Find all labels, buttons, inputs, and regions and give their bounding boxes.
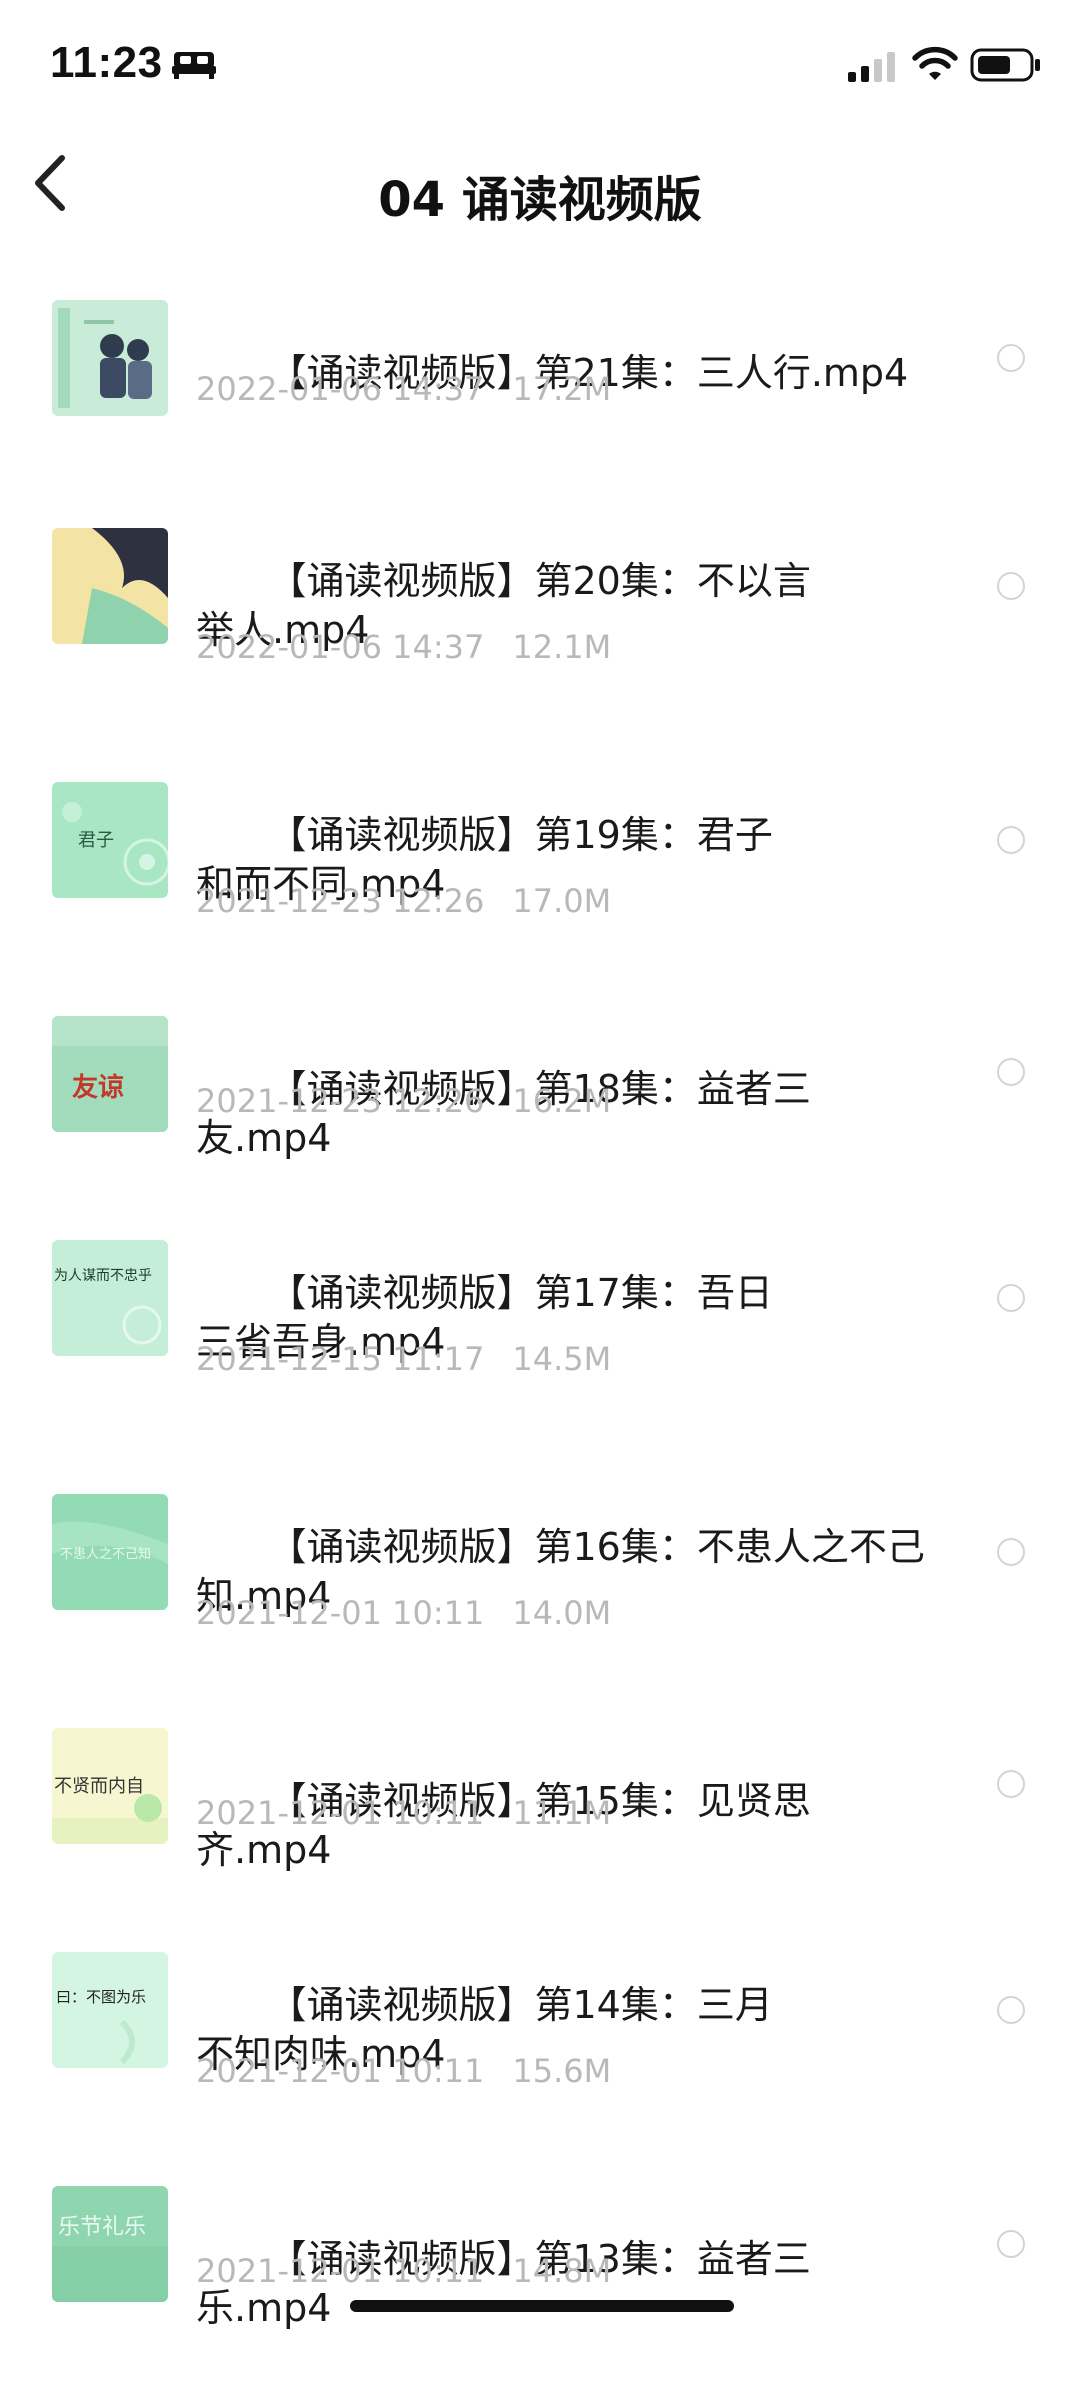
file-meta: 2021-12-01 10:11 14.8M xyxy=(196,2252,611,2290)
file-size: 11.1M xyxy=(512,1794,612,1832)
file-size: 14.0M xyxy=(512,1594,612,1632)
thumbnail-text: 乐节礼乐 xyxy=(58,2215,146,2240)
video-thumbnail: 曰：不图为乐 xyxy=(52,1952,168,2068)
file-meta: 2021-12-01 10:11 11.1M xyxy=(196,1794,611,1832)
page-title: 04 诵读视频版 xyxy=(378,172,702,228)
file-size: 17.0M xyxy=(512,882,612,920)
video-thumbnail: 为人谋而不忠乎 xyxy=(52,1240,168,1356)
thumbnail-text: 不患人之不己知 xyxy=(60,1546,151,1562)
file-meta: 2021-12-01 10:11 15.6M xyxy=(196,2052,611,2090)
select-radio[interactable] xyxy=(997,1996,1025,2024)
file-size: 17.2M xyxy=(512,370,612,408)
select-radio[interactable] xyxy=(997,1538,1025,1566)
file-name-line1: 【诵读视频版】第16集：不患人之不己 xyxy=(268,1525,925,1569)
file-size: 14.5M xyxy=(512,1340,612,1378)
video-thumbnail: 不患人之不己知 xyxy=(52,1494,168,1610)
status-bar: 11:23 xyxy=(0,0,1080,130)
video-thumbnail xyxy=(52,300,168,416)
file-date: 2021-12-23 12:26 xyxy=(196,882,485,920)
file-date: 2022-01-06 14:37 xyxy=(196,628,485,666)
file-name: 【诵读视频版】第14集：三月 不知肉味.mp4 xyxy=(196,1932,936,2128)
file-date: 2021-12-01 10:11 xyxy=(196,2052,485,2090)
file-name: 【诵读视频版】第16集：不患人之不己 知.mp4 xyxy=(196,1474,936,1670)
file-name: 【诵读视频版】第20集：不以言 举人.mp4 xyxy=(196,508,936,704)
file-name: 【诵读视频版】第19集：君子 和而不同.mp4 xyxy=(196,762,936,958)
select-radio[interactable] xyxy=(997,1770,1025,1798)
file-size: 15.6M xyxy=(512,2052,612,2090)
battery-icon xyxy=(970,48,1040,82)
file-date: 2021-12-01 10:11 xyxy=(196,1594,485,1632)
wifi-icon xyxy=(912,46,958,80)
select-radio[interactable] xyxy=(997,572,1025,600)
file-meta: 2022-01-06 14:37 17.2M xyxy=(196,370,611,408)
file-name-line1: 【诵读视频版】第20集：不以言 xyxy=(268,559,811,603)
signal-icon xyxy=(848,52,895,82)
thumbnail-text: 不贤而内自 xyxy=(54,1776,144,1797)
file-meta: 2022-01-06 14:37 12.1M xyxy=(196,628,611,666)
file-meta: 2021-12-01 10:11 14.0M xyxy=(196,1594,611,1632)
file-date: 2021-12-01 10:11 xyxy=(196,1794,485,1832)
select-radio[interactable] xyxy=(997,1058,1025,1086)
file-size: 12.1M xyxy=(512,628,612,666)
thumbnail-text: 君子 xyxy=(78,830,114,851)
file-meta: 2021-12-23 12:26 17.0M xyxy=(196,882,611,920)
file-meta: 2021-12-23 12:26 16.2M xyxy=(196,1082,611,1120)
select-radio[interactable] xyxy=(997,344,1025,372)
select-radio[interactable] xyxy=(997,2230,1025,2258)
file-meta: 2021-12-15 11:17 14.5M xyxy=(196,1340,611,1378)
file-date: 2021-12-15 11:17 xyxy=(196,1340,485,1378)
bed-icon xyxy=(172,52,216,79)
file-name-line1: 【诵读视频版】第19集：君子 xyxy=(268,813,773,857)
select-radio[interactable] xyxy=(997,826,1025,854)
file-date: 2021-12-01 10:11 xyxy=(196,2252,485,2290)
file-name: 【诵读视频版】第17集：吾日 三省吾身.mp4 xyxy=(196,1220,936,1416)
video-thumbnail: 不贤而内自 xyxy=(52,1728,168,1844)
select-radio[interactable] xyxy=(997,1284,1025,1312)
thumbnail-text: 友谅 xyxy=(72,1073,124,1103)
video-thumbnail: 乐节礼乐 xyxy=(52,2186,168,2302)
file-name-line1: 【诵读视频版】第14集：三月 xyxy=(268,1983,773,2027)
file-size: 14.8M xyxy=(512,2252,612,2290)
video-thumbnail: 君子 xyxy=(52,782,168,898)
video-thumbnail xyxy=(52,528,168,644)
file-size: 16.2M xyxy=(512,1082,612,1120)
file-name-line1: 【诵读视频版】第17集：吾日 xyxy=(268,1271,773,1315)
status-time: 11:23 xyxy=(50,38,163,87)
thumbnail-text: 为人谋而不忠乎 xyxy=(54,1268,152,1284)
video-thumbnail: 友谅 xyxy=(52,1016,168,1132)
file-date: 2021-12-23 12:26 xyxy=(196,1082,485,1120)
file-date: 2022-01-06 14:37 xyxy=(196,370,485,408)
thumbnail-text: 曰：不图为乐 xyxy=(56,1988,146,2006)
home-indicator[interactable] xyxy=(350,2300,734,2312)
